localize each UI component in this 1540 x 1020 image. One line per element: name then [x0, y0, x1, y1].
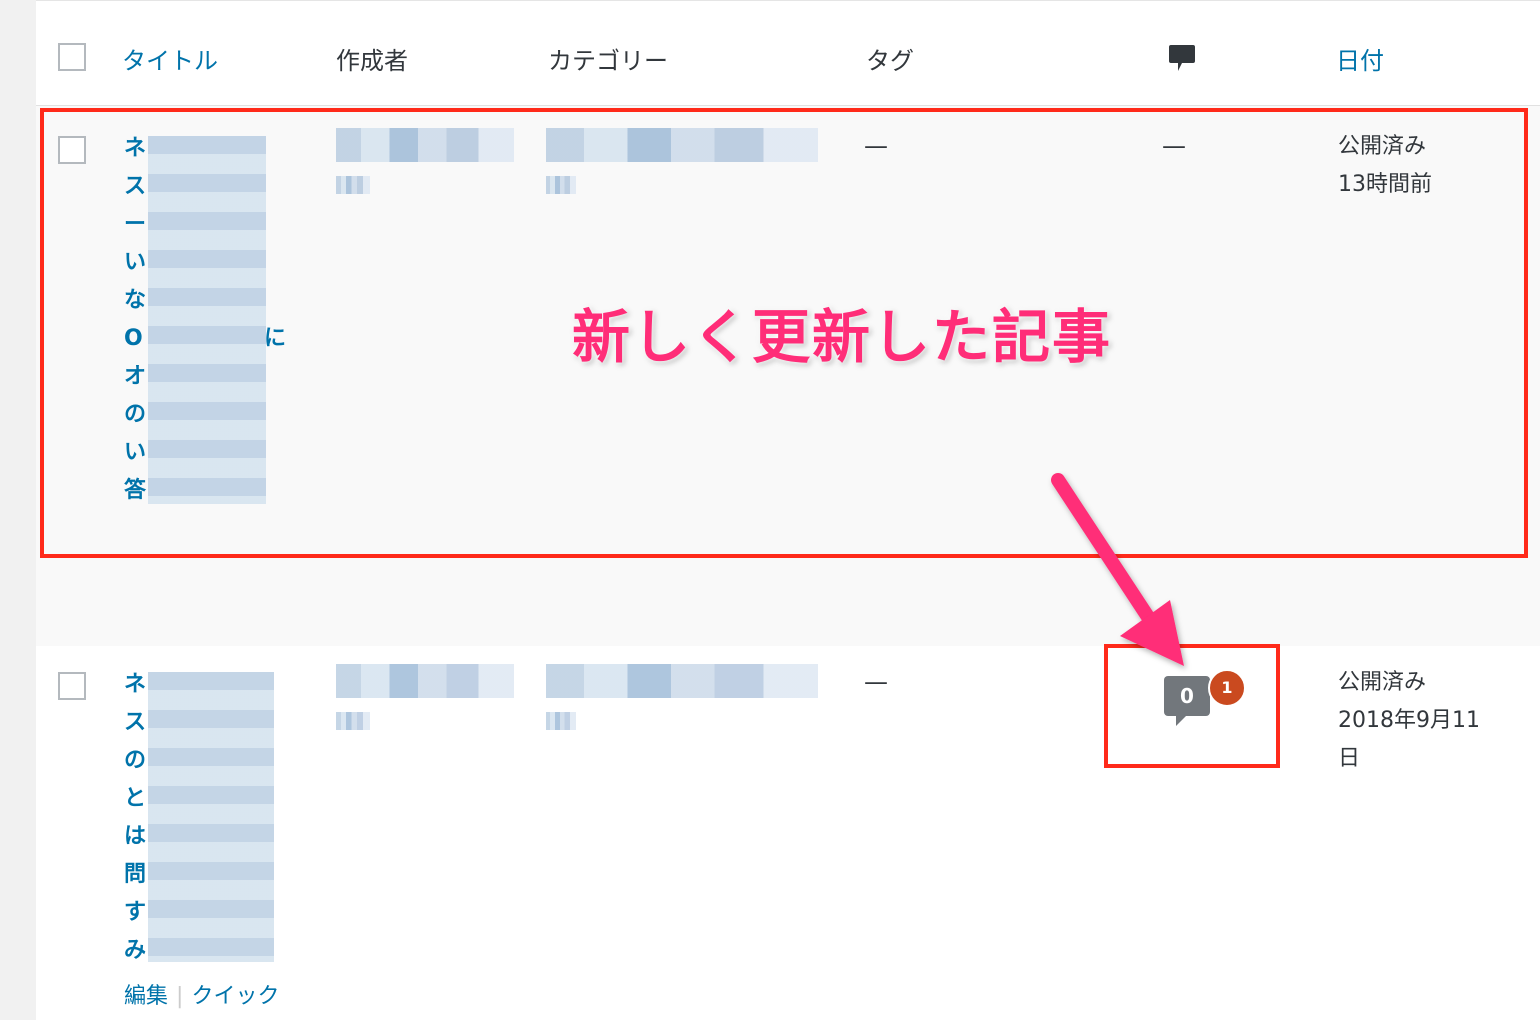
column-title-sort-link[interactable]: タイトル: [122, 41, 218, 76]
table-header: タイトル 作成者 カテゴリー タグ 日付: [36, 0, 1540, 106]
annotation-label: 新しく更新した記事: [572, 303, 1113, 371]
tags-empty: —: [864, 668, 888, 696]
highlight-box-comment-count: [1104, 644, 1280, 768]
row-actions: 編集 | クイック: [124, 978, 279, 1010]
action-separator: |: [176, 984, 184, 1009]
edit-link[interactable]: 編集: [124, 984, 168, 1009]
redacted-title: [148, 672, 274, 962]
column-tags-header: タグ: [866, 47, 914, 75]
post-status: 公開済み: [1338, 670, 1427, 695]
quick-edit-link[interactable]: クイック: [191, 984, 279, 1009]
redacted-author: [336, 664, 514, 698]
column-categories-header: カテゴリー: [548, 47, 668, 75]
redacted-author: [336, 712, 370, 730]
redacted-category: [546, 664, 818, 698]
comment-icon[interactable]: [1168, 43, 1196, 75]
table-row: ネ ス の と は 問 す み — 公開済み 2018年9月11 日: [36, 646, 1540, 1020]
select-all-checkbox[interactable]: [58, 43, 86, 71]
column-author-header: 作成者: [336, 47, 408, 75]
posts-table: タイトル 作成者 カテゴリー タグ 日付 ネ ス ー い な O オ の い 答…: [36, 0, 1540, 1020]
row-checkbox[interactable]: [58, 672, 86, 700]
post-date-continued: 日: [1338, 746, 1361, 771]
column-date-sort-link[interactable]: 日付: [1336, 41, 1384, 76]
redacted-category: [546, 712, 576, 730]
post-date: 2018年9月11: [1338, 708, 1480, 733]
